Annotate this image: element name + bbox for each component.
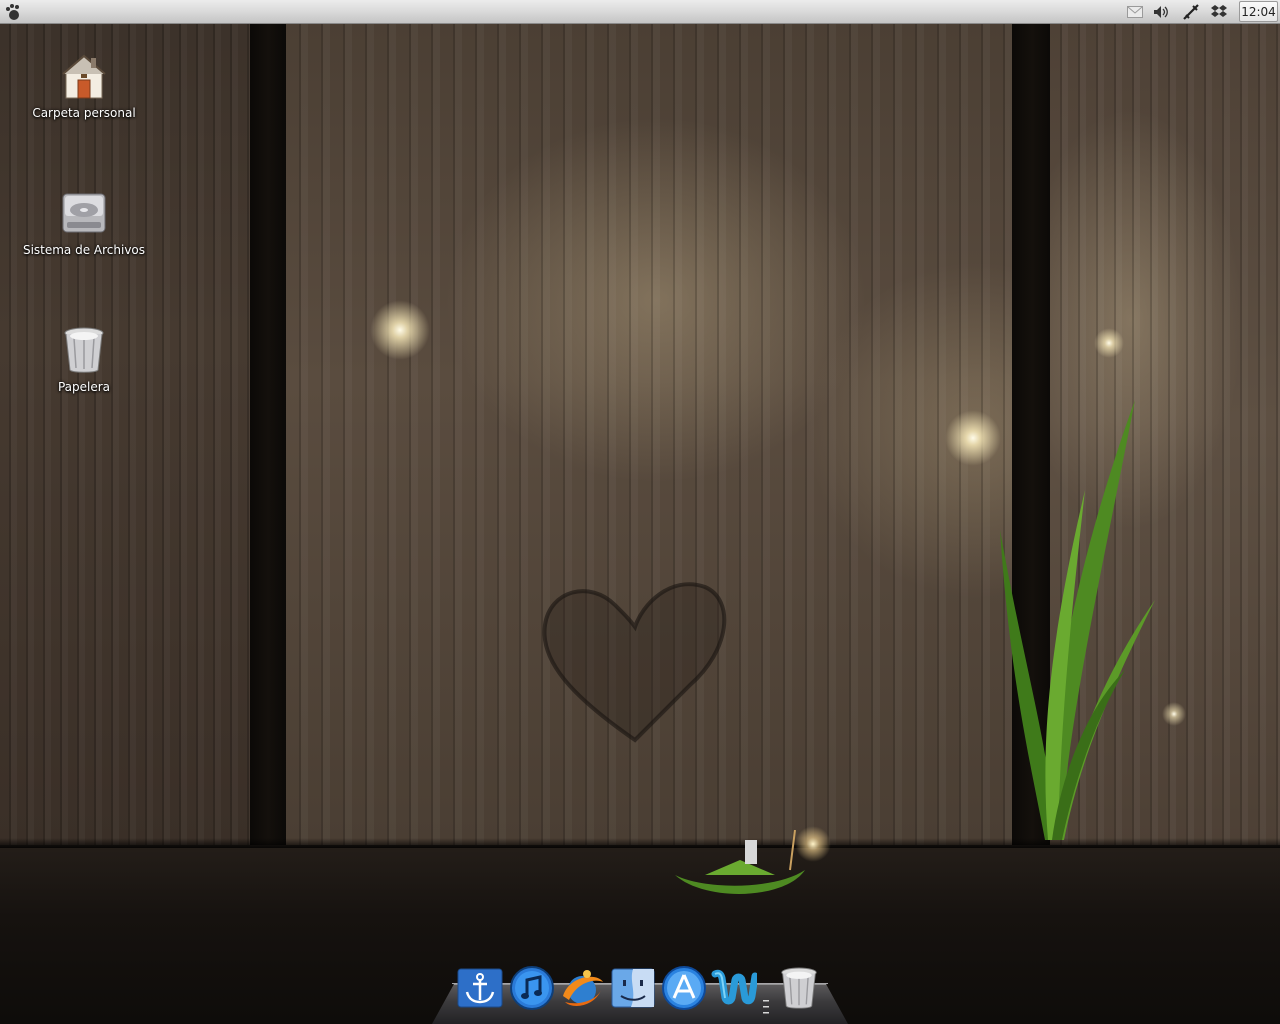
network-icon (1183, 4, 1199, 20)
dock-item-launcher[interactable] (456, 964, 504, 1012)
desktop-icon-trash[interactable]: Papelera (9, 324, 159, 394)
desktop-icon-label: Carpeta personal (32, 106, 136, 120)
dock-item-trash[interactable] (775, 964, 823, 1012)
dock-item-browser[interactable] (558, 964, 606, 1012)
music-note-icon (510, 966, 554, 1010)
tray-mail[interactable] (1124, 0, 1146, 24)
clock[interactable]: 12:04 (1239, 1, 1278, 22)
finder-face-icon (611, 968, 655, 1008)
top-panel: 12:04 (0, 0, 1280, 24)
desktop-icon-label: Sistema de Archivos (22, 243, 146, 257)
dock-item-finder[interactable] (609, 964, 657, 1012)
paper-boat-graphic (675, 830, 805, 894)
dock-separator (763, 1000, 769, 1014)
wood-plank-left (0, 0, 268, 845)
dropbox-icon (1211, 5, 1227, 17)
grass-plant-graphic (1000, 400, 1155, 840)
wave-app-icon (711, 969, 757, 1005)
desktop-icon-label: Papelera (57, 380, 111, 394)
app-store-icon (662, 966, 706, 1010)
anchor-icon (457, 968, 503, 1008)
browser-swirl-icon (563, 970, 603, 1006)
hard-drive-icon (58, 187, 110, 239)
desktop-icon-home[interactable]: Carpeta personal (9, 50, 159, 120)
home-folder-icon (58, 50, 110, 102)
desktop-icon-filesystem[interactable]: Sistema de Archivos (9, 187, 159, 257)
desktop-wallpaper (0, 0, 1280, 1024)
dock-item-wave[interactable] (710, 964, 758, 1012)
tray-dropbox[interactable] (1208, 0, 1230, 24)
trash-icon (58, 324, 110, 376)
gnome-foot-icon (6, 4, 19, 20)
carved-heart-graphic (542, 582, 727, 743)
firefly-glow (370, 300, 430, 360)
plank-gap (250, 0, 286, 845)
tray-network[interactable] (1180, 0, 1202, 24)
tray-volume[interactable] (1150, 0, 1172, 24)
mail-icon (1127, 6, 1143, 18)
dock-item-music[interactable] (508, 964, 556, 1012)
applications-menu-button[interactable] (3, 2, 23, 22)
firefly-glow (1162, 702, 1186, 726)
firefly-glow (1094, 328, 1124, 358)
dock-item-app-store[interactable] (660, 964, 708, 1012)
trash-icon (781, 967, 817, 1009)
volume-icon (1154, 6, 1168, 18)
